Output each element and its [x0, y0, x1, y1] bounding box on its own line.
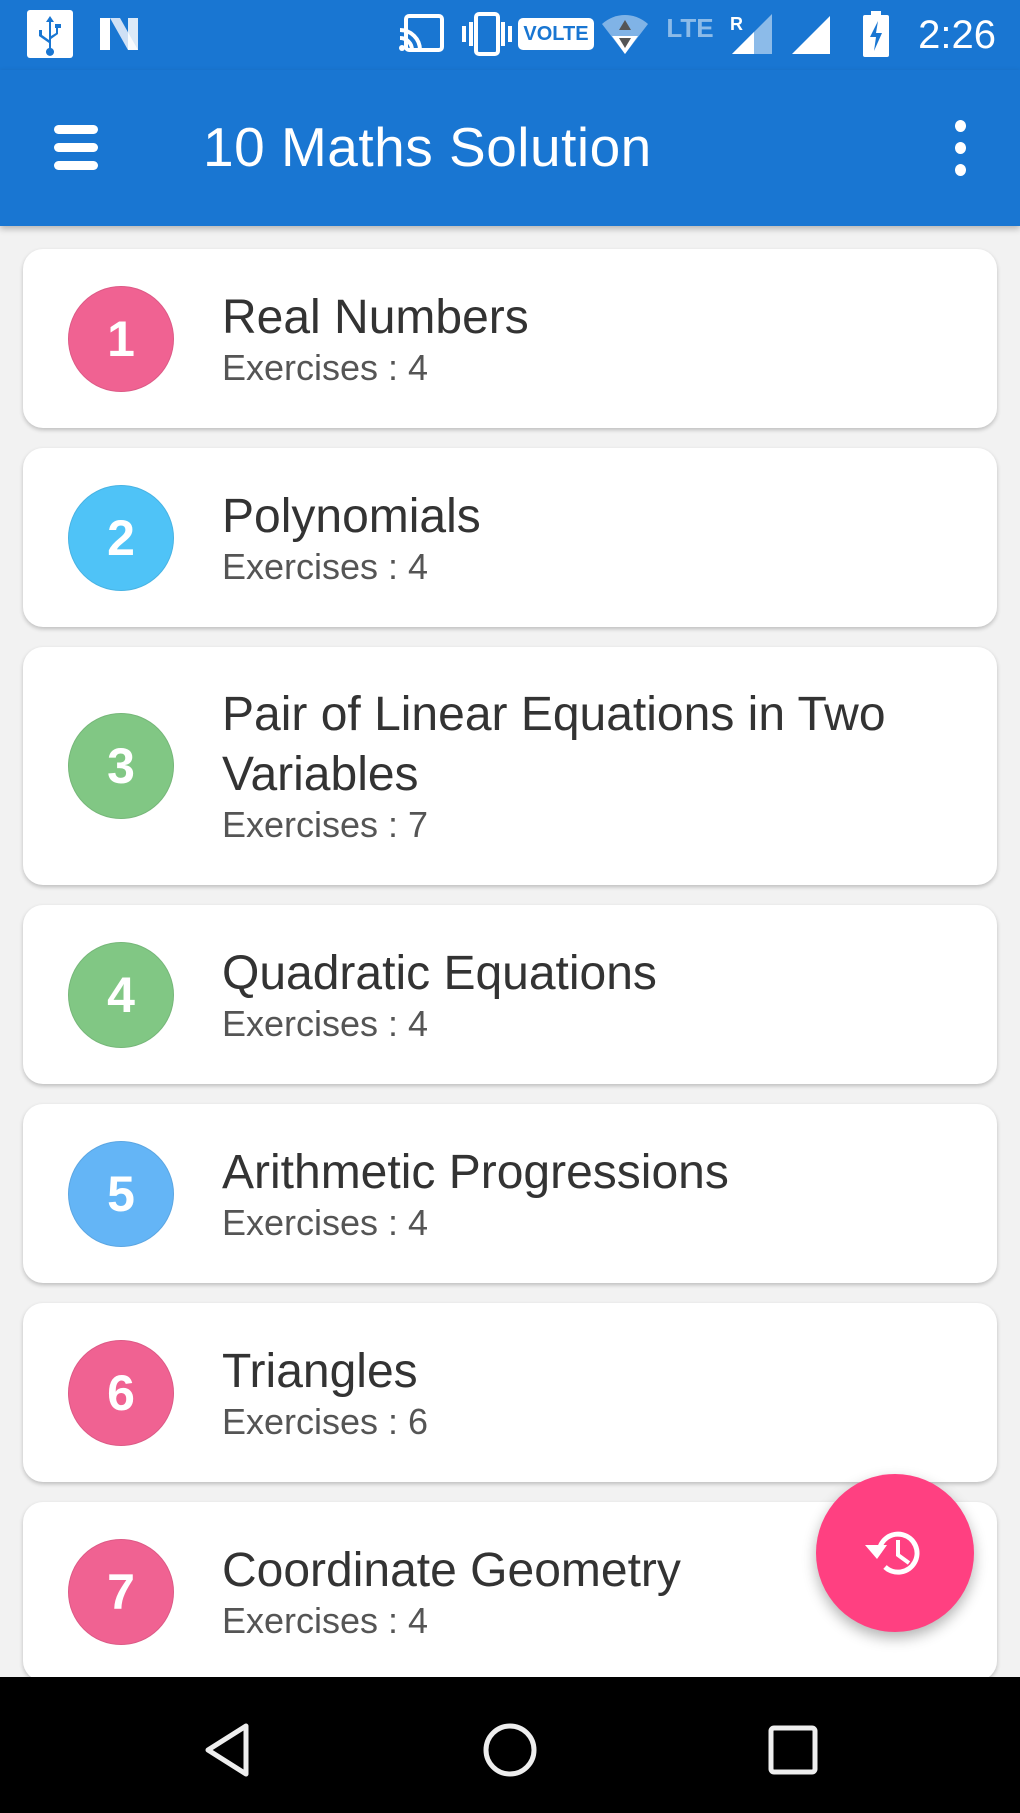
cast-icon — [397, 12, 445, 56]
lte-label: LTE — [666, 12, 714, 43]
recents-icon[interactable] — [758, 1715, 828, 1785]
chapter-title: Triangles — [222, 1344, 418, 1398]
chapter-number-badge: 5 — [68, 1140, 174, 1247]
chapter-number-badge: 6 — [68, 1339, 174, 1446]
chapter-card-6[interactable]: 6 Triangles Exercises : 6 — [23, 1303, 997, 1482]
battery-charging-icon — [862, 11, 890, 57]
chapter-list: 1 Real Numbers Exercises : 4 2 Polynomia… — [23, 249, 997, 1701]
chapter-number-badge: 1 — [68, 285, 174, 392]
lte-roaming-signal-icon: R — [730, 12, 774, 56]
chapter-card-4[interactable]: 4 Quadratic Equations Exercises : 4 — [23, 905, 997, 1084]
usb-icon — [26, 10, 74, 58]
exercise-count: Exercises : 4 — [222, 1201, 429, 1243]
exercise-count: Exercises : 6 — [222, 1400, 429, 1442]
app-title: 10 Maths Solution — [203, 116, 652, 178]
chapter-title: Polynomials — [222, 489, 481, 543]
chapter-number-badge: 4 — [68, 941, 174, 1048]
chapter-card-1[interactable]: 1 Real Numbers Exercises : 4 — [23, 249, 997, 428]
chapter-title: Pair of Linear Equations in Two Variable… — [222, 688, 886, 801]
history-fab-button[interactable] — [816, 1474, 974, 1632]
chapter-number-badge: 3 — [68, 713, 174, 819]
vibrate-icon — [460, 12, 514, 56]
status-time: 2:26 — [918, 13, 996, 57]
exercise-count: Exercises : 4 — [222, 346, 429, 388]
chapter-number-badge: 7 — [68, 1538, 174, 1645]
chapter-number-badge: 2 — [68, 484, 174, 591]
exercise-count: Exercises : 4 — [222, 545, 429, 587]
home-icon[interactable] — [475, 1715, 545, 1785]
chapter-title: Quadratic Equations — [222, 946, 657, 1000]
hamburger-menu-icon[interactable] — [46, 123, 106, 173]
system-nav-bar — [0, 1677, 1020, 1813]
volte-icon: VOLTE — [518, 12, 594, 56]
n-notification-icon — [98, 12, 140, 56]
wifi-data-icon — [600, 12, 650, 56]
chapter-title: Real Numbers — [222, 290, 529, 344]
chapter-card-3[interactable]: 3 Pair of Linear Equations in Two Variab… — [23, 647, 997, 885]
signal-icon — [790, 12, 832, 56]
exercise-count: Exercises : 7 — [222, 804, 429, 845]
more-vert-icon[interactable] — [940, 120, 980, 176]
back-icon[interactable] — [192, 1715, 262, 1785]
exercise-count: Exercises : 4 — [222, 1002, 429, 1044]
app-bar: 10 Maths Solution — [0, 70, 1020, 226]
svg-text:R: R — [730, 14, 743, 34]
history-icon — [865, 1531, 920, 1575]
chapter-card-5[interactable]: 5 Arithmetic Progressions Exercises : 4 — [23, 1104, 997, 1283]
status-bar: VOLTE LTE R 2:26 — [0, 0, 1020, 70]
chapter-title: Arithmetic Progressions — [222, 1145, 729, 1199]
chapter-card-2[interactable]: 2 Polynomials Exercises : 4 — [23, 448, 997, 627]
